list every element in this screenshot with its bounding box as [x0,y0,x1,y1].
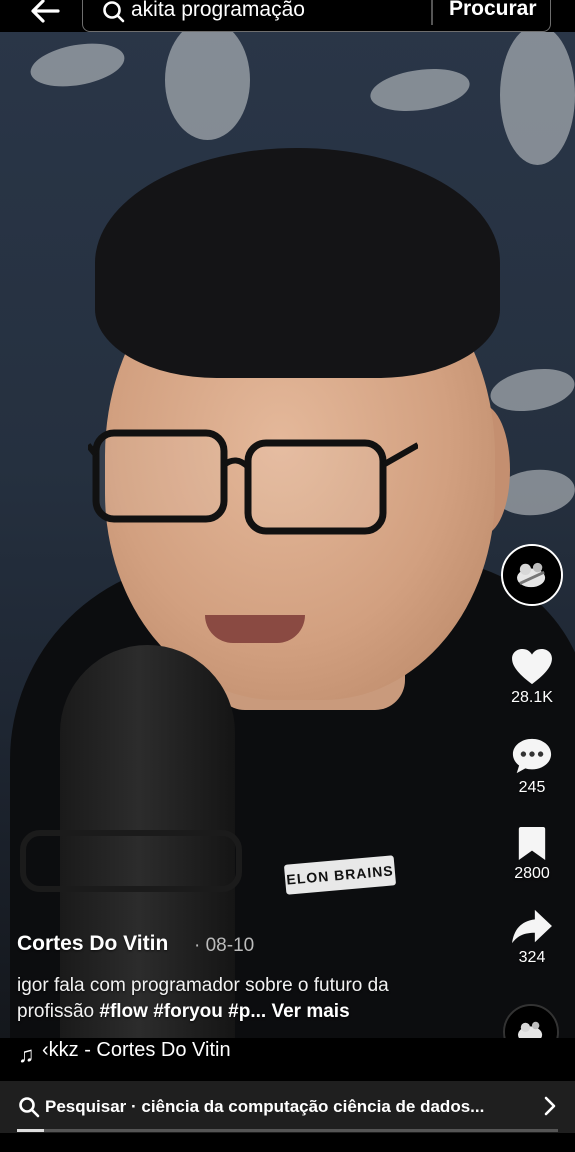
save-count: 2800 [514,865,550,882]
music-note-icon: ♫ [18,1042,35,1067]
chevron-right-icon [544,1096,556,1116]
wall-decoration [367,63,473,117]
like-count: 28.1K [511,689,553,706]
video-progress-fill [17,1129,45,1132]
person-mouth [205,615,305,643]
wall-decoration [487,362,575,418]
search-icon [19,1097,40,1118]
heart-icon [512,648,552,685]
person-hair [95,148,500,378]
caption-hashtags[interactable]: #flow #foryou #p... [99,1001,266,1022]
save-action[interactable]: 2800 [496,826,568,883]
video-player[interactable]: ELON BRAINS [0,0,575,1040]
search-icon [103,1,125,23]
arrow-left-icon[interactable] [28,0,62,28]
search-bar[interactable]: akita programação Procurar [82,0,551,32]
author-name[interactable]: Cortes Do Vitin [17,932,168,956]
related-search-bar[interactable]: Pesquisar · ciência da computação ciênci… [0,1081,575,1133]
creator-avatar[interactable] [501,544,563,606]
wall-decoration [27,37,128,93]
comment-action[interactable]: 245 [496,736,568,797]
see-more-link[interactable]: Ver mais [271,1001,349,1022]
bottom-edge [0,1133,575,1152]
comment-count: 245 [518,779,546,796]
video-progress-bar[interactable] [17,1129,558,1132]
share-action[interactable]: 324 [496,908,568,967]
share-count: 324 [518,949,546,966]
comment-icon [512,738,552,774]
share-icon [512,909,552,944]
search-input[interactable]: akita programação [131,0,305,22]
post-caption: igor fala com programador sobre o futuro… [17,973,447,1025]
glasses-shape [88,429,418,535]
like-action[interactable]: 28.1K [496,648,568,707]
search-divider [431,0,433,25]
wall-decoration [500,25,575,165]
music-label: ‹kkz - Cortes Do Vitin [42,1039,231,1061]
related-search-text: Pesquisar · ciência da computação ciênci… [45,1097,485,1116]
app-screen: ELON BRAINS akita programação Procurar 2… [0,0,575,1152]
bookmark-icon [518,827,546,860]
avatar-image [503,546,561,604]
microphone-arm [20,830,242,892]
wall-decoration [165,20,250,140]
search-submit-button[interactable]: Procurar [449,0,537,21]
music-row[interactable]: ♫ ‹kkz - Cortes Do Vitin [0,1038,575,1080]
post-date: · 08-10 [194,935,255,956]
